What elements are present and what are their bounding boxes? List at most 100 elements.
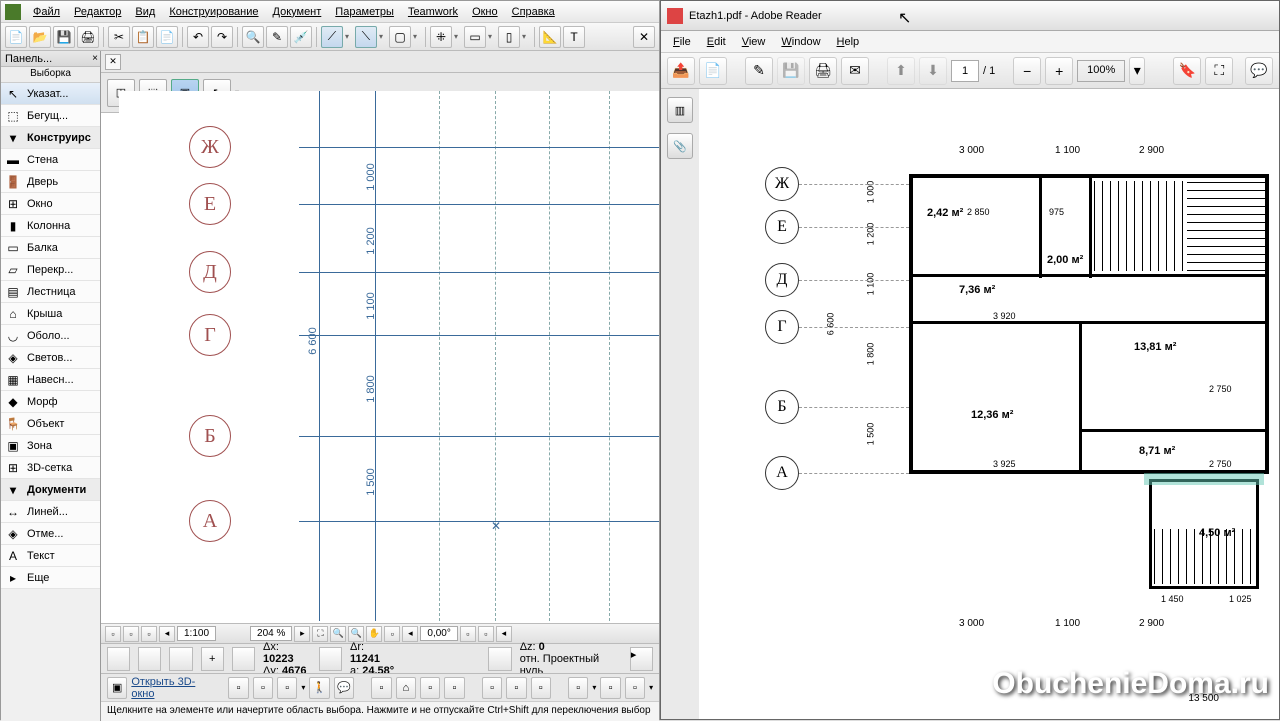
n6[interactable]: ▫: [371, 677, 391, 699]
reader-titlebar[interactable]: Etazh1.pdf - Adobe Reader: [661, 1, 1279, 31]
trace-button[interactable]: ▯: [498, 26, 520, 48]
vb1[interactable]: ▫: [105, 626, 121, 642]
pan-button[interactable]: ✋: [366, 626, 382, 642]
level-tool[interactable]: ◈Отме...: [1, 523, 100, 545]
vb-arrow2[interactable]: ▸: [294, 626, 310, 642]
redo-button[interactable]: ↷: [211, 26, 233, 48]
bookmark-button[interactable]: 🔖: [1173, 57, 1201, 85]
shell-tool[interactable]: ◡Оболо...: [1, 325, 100, 347]
menu-view[interactable]: Вид: [129, 4, 161, 20]
vb3[interactable]: ▫: [141, 626, 157, 642]
thumbnails-button[interactable]: ▥: [667, 97, 693, 123]
vb-x[interactable]: ▫: [384, 626, 400, 642]
zoom-dropdown[interactable]: ▾: [1129, 57, 1145, 85]
object-tool[interactable]: 🪑Объект: [1, 413, 100, 435]
text-tool[interactable]: AТекст: [1, 545, 100, 567]
fit-button[interactable]: ⛶: [312, 626, 328, 642]
reader-menu-view[interactable]: View: [736, 34, 772, 50]
n2[interactable]: ▫: [253, 677, 273, 699]
cb-plus[interactable]: +: [201, 647, 224, 671]
snap2-button[interactable]: ⟍: [355, 26, 377, 48]
door-tool[interactable]: 🚪Дверь: [1, 171, 100, 193]
morph-tool[interactable]: ◆Морф: [1, 391, 100, 413]
n15[interactable]: ▫: [625, 677, 645, 699]
angle-field[interactable]: 0,00°: [420, 626, 457, 641]
print-button[interactable]: 🖨: [77, 26, 99, 48]
menu-teamwork[interactable]: Teamwork: [402, 4, 464, 20]
n1[interactable]: ▫: [228, 677, 248, 699]
pdf-page[interactable]: 3 000 1 100 2 900 3 000 1 100 2 900 1 00…: [699, 89, 1279, 719]
zone-tool[interactable]: ▣Зона: [1, 435, 100, 457]
save-button[interactable]: 💾: [53, 26, 75, 48]
vb2[interactable]: ▫: [123, 626, 139, 642]
comment-button[interactable]: 💬: [1245, 57, 1273, 85]
drawing-canvas[interactable]: Ж Е Д Г Б А 1 000 1 200 1 100 1 800 1 50…: [119, 91, 659, 621]
cb-end[interactable]: ▸: [630, 647, 653, 671]
zoom-display[interactable]: 100%: [1077, 60, 1125, 82]
skylight-tool[interactable]: ◈Светов...: [1, 347, 100, 369]
vb-scroll[interactable]: ◂: [496, 626, 512, 642]
reader-menu-help[interactable]: Help: [831, 34, 866, 50]
reader-save-button[interactable]: 💾: [777, 57, 805, 85]
close-icon[interactable]: ×: [92, 53, 98, 64]
n14[interactable]: ▫: [600, 677, 620, 699]
n11[interactable]: ▫: [506, 677, 526, 699]
menu-design[interactable]: Конструирование: [163, 4, 264, 20]
undo-button[interactable]: ↶: [187, 26, 209, 48]
paste-button[interactable]: 📄: [156, 26, 178, 48]
vb-z2[interactable]: ▫: [478, 626, 494, 642]
pen-button[interactable]: ✎: [266, 26, 288, 48]
n4[interactable]: 🚶: [309, 677, 329, 699]
open-button[interactable]: 📂: [29, 26, 51, 48]
zoomout-button[interactable]: 🔍: [348, 626, 364, 642]
zoom-out-button[interactable]: −: [1013, 57, 1041, 85]
n10[interactable]: ▫: [482, 677, 502, 699]
n12[interactable]: ▫: [531, 677, 551, 699]
layer-button[interactable]: ▭: [464, 26, 486, 48]
new-button[interactable]: 📄: [5, 26, 27, 48]
column-tool[interactable]: ▮Колонна: [1, 215, 100, 237]
copy-button[interactable]: 📋: [132, 26, 154, 48]
zoom-in-button[interactable]: +: [1045, 57, 1073, 85]
zoomin-button[interactable]: 🔍: [330, 626, 346, 642]
construct-group[interactable]: ▾Конструирс: [1, 127, 100, 149]
scale-field[interactable]: 1:100: [177, 626, 216, 641]
cb-z[interactable]: [488, 647, 511, 671]
arrow-tool[interactable]: ↖Указат...: [1, 83, 100, 105]
doc-tab[interactable]: ✕: [105, 54, 121, 70]
menu-options[interactable]: Параметры: [329, 4, 400, 20]
n7[interactable]: ⌂: [396, 677, 416, 699]
reader-menu-file[interactable]: File: [667, 34, 697, 50]
wall-tool[interactable]: ▬Стена: [1, 149, 100, 171]
dim-tool[interactable]: ↔Линей...: [1, 501, 100, 523]
page-input[interactable]: [951, 60, 979, 82]
vb-y[interactable]: ◂: [402, 626, 418, 642]
n5[interactable]: 💬: [334, 677, 354, 699]
slab-tool[interactable]: ▱Перекр...: [1, 259, 100, 281]
more-tool[interactable]: ▸Еще: [1, 567, 100, 589]
attachments-button[interactable]: 📎: [667, 133, 693, 159]
pick-button[interactable]: 🔍: [242, 26, 264, 48]
reader-print-button[interactable]: 🖨: [809, 57, 837, 85]
reader-menu-window[interactable]: Window: [775, 34, 826, 50]
stair-tool[interactable]: ▤Лестница: [1, 281, 100, 303]
annotate-button[interactable]: ✎: [745, 57, 773, 85]
reader-menu-edit[interactable]: Edit: [701, 34, 732, 50]
zoom-field[interactable]: 204 %: [250, 626, 292, 641]
export-button[interactable]: 📤: [667, 57, 695, 85]
text-button[interactable]: T: [563, 26, 585, 48]
cb3[interactable]: [169, 647, 192, 671]
prev-page-button[interactable]: ⬆: [887, 57, 915, 85]
cb-a2[interactable]: [319, 647, 342, 671]
nav-3d[interactable]: ▣: [107, 677, 127, 699]
menu-document[interactable]: Документ: [267, 4, 328, 20]
snap3-button[interactable]: ▢: [389, 26, 411, 48]
menu-window[interactable]: Окно: [466, 4, 504, 20]
vb-arrow[interactable]: ◂: [159, 626, 175, 642]
cut-button[interactable]: ✂: [108, 26, 130, 48]
n13[interactable]: ▫: [568, 677, 588, 699]
beam-tool[interactable]: ▭Балка: [1, 237, 100, 259]
window-tool[interactable]: ⊞Окно: [1, 193, 100, 215]
grid-button[interactable]: ⁜: [430, 26, 452, 48]
menu-file[interactable]: Файл: [27, 4, 66, 20]
